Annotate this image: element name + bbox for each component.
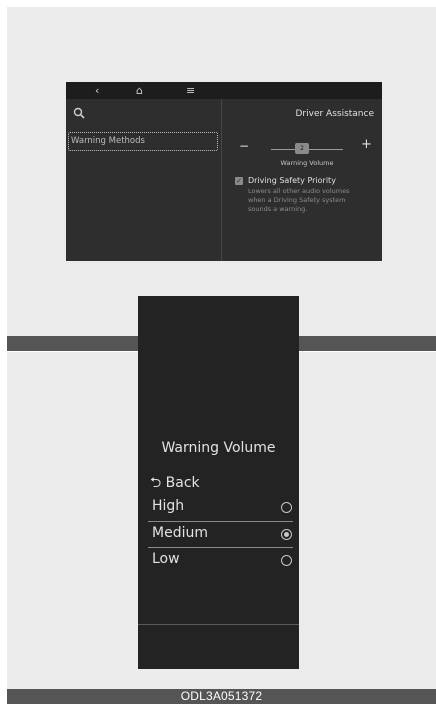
menu-item-warning-methods[interactable]: Warning Methods bbox=[68, 132, 218, 151]
option-label: Medium bbox=[152, 525, 208, 541]
volume-decrease-button[interactable]: − bbox=[239, 139, 249, 153]
radio-unselected-icon[interactable] bbox=[281, 555, 292, 566]
radio-unselected-icon[interactable] bbox=[281, 502, 292, 513]
option-label: Low bbox=[152, 551, 180, 567]
settings-menu-column: Warning Methods bbox=[66, 99, 221, 261]
warning-volume-title: Warning Volume bbox=[161, 440, 276, 456]
back-arrow-icon[interactable]: ‹ bbox=[95, 82, 99, 99]
figure-2-caption: ODL3A051372 bbox=[7, 689, 436, 704]
menu-icon[interactable]: ≡ bbox=[186, 82, 195, 99]
page-title: Driver Assistance bbox=[295, 109, 374, 119]
figure-1-panel: ‹ ⌂ ≡ Warning Methods Driver Assistance … bbox=[7, 7, 436, 336]
radio-selected-icon[interactable] bbox=[281, 529, 292, 540]
option-medium[interactable]: Medium bbox=[138, 522, 299, 547]
back-button[interactable]: ⮌ Back bbox=[150, 472, 200, 496]
home-icon[interactable]: ⌂ bbox=[136, 82, 143, 99]
driving-safety-description: Lowers all other audio volumes when a Dr… bbox=[248, 187, 350, 213]
option-high[interactable]: High bbox=[138, 495, 299, 520]
infotainment-screen: ‹ ⌂ ≡ Warning Methods Driver Assistance … bbox=[66, 82, 382, 261]
back-icon: ⮌ bbox=[150, 475, 162, 491]
top-bar: ‹ ⌂ ≡ bbox=[66, 82, 382, 99]
driving-safety-checkbox[interactable]: ✓ bbox=[235, 177, 243, 185]
volume-slider-knob[interactable]: 2 bbox=[295, 143, 309, 154]
option-label: High bbox=[152, 498, 185, 514]
warning-volume-screen: Warning Volume ⮌ Back High Medium Low bbox=[138, 296, 299, 669]
back-label: Back bbox=[165, 475, 200, 491]
bottom-divider bbox=[138, 624, 299, 625]
column-divider bbox=[221, 99, 222, 261]
volume-increase-button[interactable]: + bbox=[361, 137, 372, 152]
option-low[interactable]: Low bbox=[138, 548, 299, 573]
volume-label: Warning Volume bbox=[280, 159, 334, 167]
driving-safety-label: Driving Safety Priority bbox=[248, 176, 336, 185]
search-icon[interactable] bbox=[73, 107, 85, 119]
